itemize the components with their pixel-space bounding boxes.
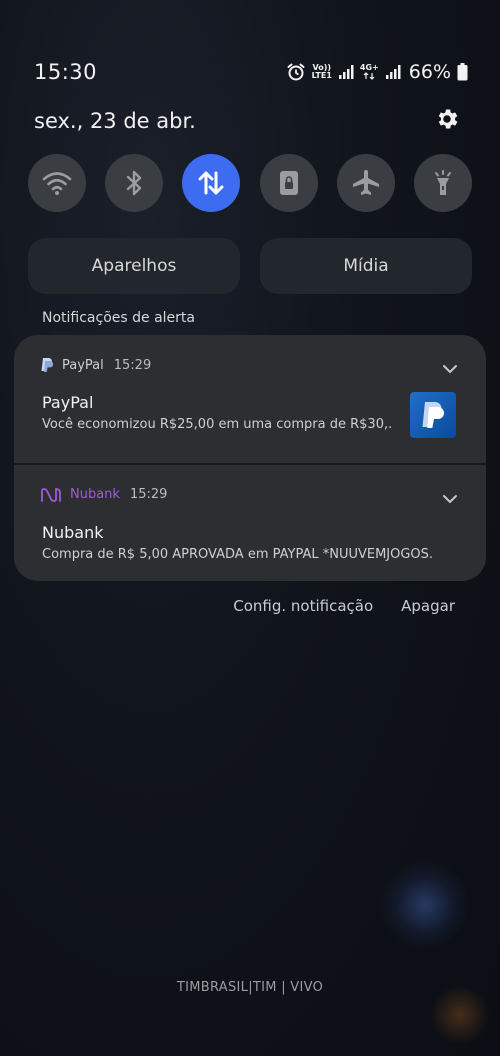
notification-actions: Config. notificação Apagar (233, 597, 455, 615)
date-label: sex., 23 de abr. (34, 109, 196, 133)
notification-panel: 15:30 Vo)) LTE1 4G+ 66% sex., 23 de abr.… (0, 0, 500, 1056)
notification-header: Nubank 15:29 (40, 487, 167, 502)
notification-time: 15:29 (113, 357, 152, 373)
clock: 15:30 (34, 60, 98, 84)
paypal-icon (41, 358, 54, 372)
status-bar: 15:30 Vo)) LTE1 4G+ 66% (34, 58, 468, 86)
notification-settings-button[interactable]: Config. notificação (233, 597, 373, 615)
data-arrows-icon (363, 72, 375, 80)
alarm-icon (286, 62, 306, 82)
notification-time: 15:29 (129, 487, 168, 502)
carrier-label: TIMBRASIL|TIM | VIVO (176, 980, 324, 995)
signal-icon-sim1 (338, 64, 354, 80)
data-transfer-icon (198, 171, 224, 195)
settings-gear-icon[interactable] (434, 106, 460, 136)
notification-header: PayPal 15:29 (40, 357, 151, 373)
notification-nubank[interactable]: Nubank 15:29 Nubank Compra de R$ 5,00 AP… (14, 465, 486, 581)
toggle-airplane-mode[interactable] (336, 154, 395, 212)
notification-title: Nubank (42, 523, 104, 542)
notification-body: Compra de R$ 5,00 APROVADA em PAYPAL *NU… (42, 547, 434, 562)
date-row: sex., 23 de abr. (34, 106, 460, 136)
lock-screen-icon (279, 171, 298, 195)
bluetooth-icon (126, 170, 142, 196)
battery-percent: 66% (408, 61, 451, 83)
media-button[interactable]: Mídia (260, 238, 472, 294)
toggle-rotation-lock[interactable] (259, 154, 318, 212)
expand-chevron-icon[interactable] (442, 489, 458, 508)
paypal-logo-icon (422, 402, 444, 428)
nubank-icon (41, 487, 61, 502)
flashlight-icon (434, 170, 451, 195)
notification-group: PayPal 15:29 PayPal Você economizou R$25… (14, 335, 486, 581)
notification-app-name: Nubank (70, 487, 120, 502)
battery-icon (457, 63, 468, 81)
airplane-icon (352, 170, 379, 195)
toggle-mobile-data[interactable] (182, 154, 241, 212)
section-title: Notificações de alerta (42, 310, 195, 326)
paypal-logo-thumbnail (410, 392, 456, 438)
panel-buttons: Aparelhos Mídia (28, 238, 472, 294)
toggle-wifi[interactable] (28, 154, 86, 212)
network-4g-indicator: 4G+ (360, 64, 379, 80)
toggle-bluetooth[interactable] (105, 154, 164, 212)
clear-all-button[interactable]: Apagar (401, 597, 455, 615)
toggle-flashlight[interactable] (413, 154, 472, 212)
expand-chevron-icon[interactable] (442, 359, 458, 378)
status-icons: Vo)) LTE1 4G+ 66% (286, 61, 468, 83)
devices-button[interactable]: Aparelhos (28, 238, 240, 294)
background-glow (380, 860, 470, 950)
quick-toggles (28, 154, 472, 212)
notification-title: PayPal (42, 393, 94, 412)
wifi-icon (42, 172, 72, 195)
volte-indicator: Vo)) LTE1 (311, 63, 332, 80)
notification-app-name: PayPal (62, 357, 104, 373)
notification-paypal[interactable]: PayPal 15:29 PayPal Você economizou R$25… (14, 335, 486, 463)
notification-body: Você economizou R$25,00 em uma compra de… (42, 417, 392, 432)
signal-icon-sim2 (385, 64, 401, 80)
